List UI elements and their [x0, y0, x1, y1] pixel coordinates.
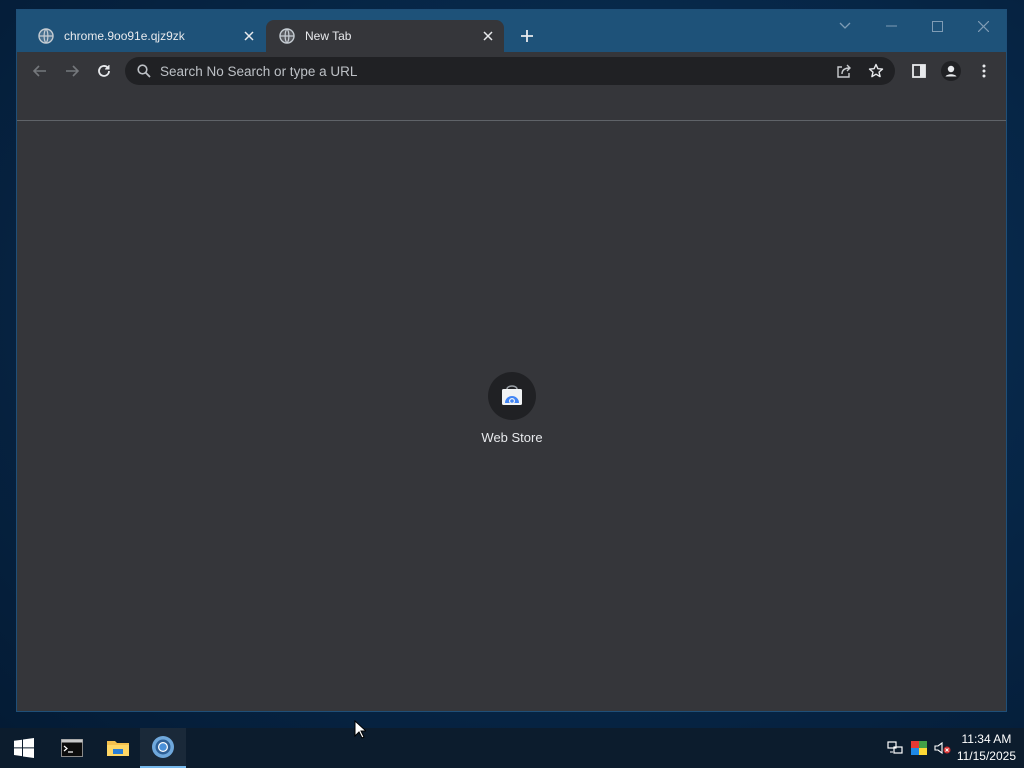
minimize-icon — [885, 25, 897, 27]
plus-icon — [521, 30, 533, 42]
new-tab-button[interactable] — [515, 24, 539, 48]
network-tray[interactable] — [885, 738, 905, 758]
tab-chrome-site[interactable]: chrome.9oo91e.qjz9zk — [25, 20, 265, 52]
omnibox[interactable] — [125, 57, 895, 85]
forward-button[interactable] — [59, 58, 85, 84]
taskbar: 11:34 AM 11/15/2025 — [0, 728, 1024, 768]
shortcut-label: Web Store — [481, 430, 543, 445]
arrow-right-icon — [66, 65, 80, 77]
globe-icon — [38, 28, 54, 44]
reload-button[interactable] — [91, 58, 117, 84]
arrow-left-icon — [32, 65, 46, 77]
minimize-button[interactable] — [869, 14, 913, 38]
shortcut-web-store[interactable]: Web Store — [472, 372, 552, 445]
start-icon — [14, 738, 34, 758]
volume-muted-icon — [934, 741, 951, 755]
globe-icon — [279, 28, 295, 44]
clock[interactable]: 11:34 AM 11/15/2025 — [957, 731, 1016, 765]
close-tab-icon[interactable] — [239, 26, 259, 46]
clock-date: 11/15/2025 — [956, 749, 1016, 763]
network-icon — [887, 741, 903, 754]
share-icon — [837, 64, 851, 78]
reload-icon — [98, 65, 110, 77]
share-button[interactable] — [831, 58, 857, 84]
close-window-button[interactable] — [961, 14, 1005, 38]
side-panel-button[interactable] — [906, 58, 932, 84]
bookmarks-bar — [17, 90, 1006, 121]
taskbar-terminal[interactable] — [49, 728, 95, 768]
tab-strip: chrome.9oo91e.qjz9zk New Tab — [17, 10, 1006, 52]
web-store-icon — [502, 385, 522, 405]
color-tray[interactable] — [909, 738, 929, 758]
bookmark-button[interactable] — [863, 58, 889, 84]
address-input[interactable] — [160, 63, 831, 79]
back-button[interactable] — [27, 58, 53, 84]
menu-button[interactable] — [971, 58, 997, 84]
new-tab-page: Web Store — [17, 122, 1006, 711]
close-icon — [977, 20, 989, 32]
chrome-icon — [152, 736, 174, 758]
start-button[interactable] — [1, 728, 47, 768]
volume-tray[interactable] — [933, 738, 953, 758]
file-explorer-icon — [107, 741, 129, 756]
tab-title: New Tab — [305, 29, 352, 43]
clock-time: 11:34 AM — [961, 732, 1012, 746]
star-icon — [868, 63, 884, 78]
taskbar-chrome[interactable] — [140, 728, 186, 768]
browser-window: chrome.9oo91e.qjz9zk New Tab Search No S… — [17, 10, 1006, 711]
more-vert-icon — [982, 64, 986, 78]
browser-toolbar — [17, 52, 1006, 90]
side-panel-icon — [912, 64, 926, 78]
terminal-icon — [61, 739, 83, 757]
maximize-button[interactable] — [915, 14, 959, 38]
profile-button[interactable] — [938, 58, 964, 84]
chevron-down-icon — [839, 22, 851, 29]
mouse-cursor-icon — [354, 720, 366, 739]
profile-icon — [941, 61, 961, 81]
taskbar-file-explorer[interactable] — [95, 728, 141, 768]
tab-search-button[interactable] — [823, 14, 867, 38]
color-icon — [911, 741, 927, 755]
maximize-icon — [931, 20, 943, 32]
shortcut-tile — [488, 372, 536, 420]
tab-new-tab[interactable]: New Tab — [266, 20, 504, 52]
search-icon — [137, 64, 151, 78]
close-tab-icon[interactable] — [478, 26, 498, 46]
tab-title: chrome.9oo91e.qjz9zk — [64, 29, 185, 43]
